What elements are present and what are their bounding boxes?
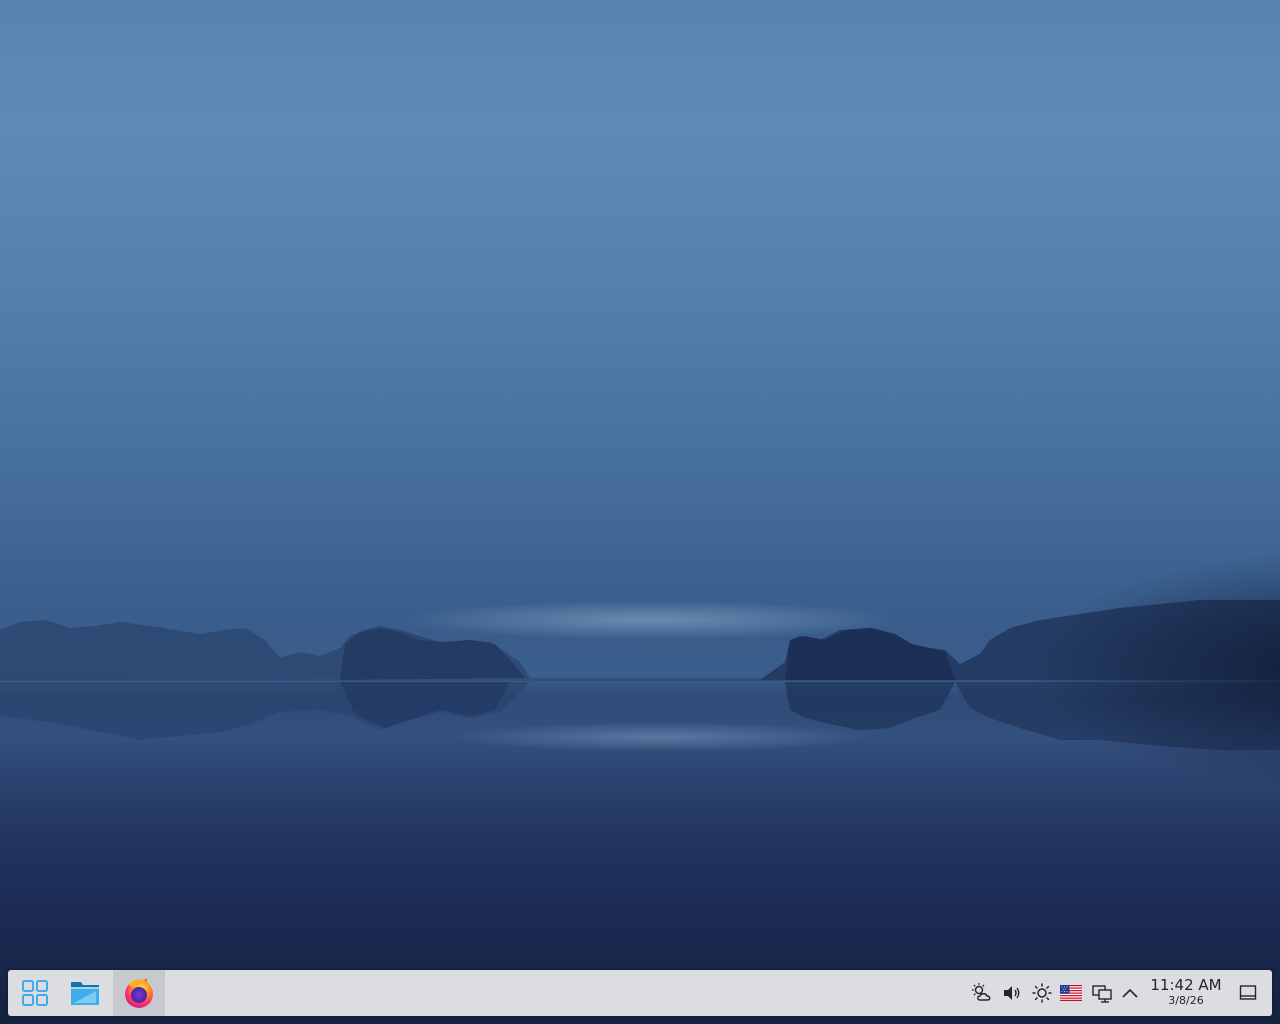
wallpaper-shadow — [1000, 540, 1280, 800]
file-manager-button[interactable] — [60, 970, 110, 1016]
keyboard-layout-tray-button[interactable] — [1059, 981, 1083, 1005]
network-tray-button[interactable] — [1090, 981, 1114, 1005]
taskbar-panel: 11:42 AM 3/8/26 — [8, 970, 1272, 1016]
chevron-up-icon — [1122, 988, 1138, 998]
brightness-icon — [1032, 983, 1052, 1003]
firefox-icon — [125, 978, 153, 1008]
application-launcher-button[interactable] — [10, 970, 60, 1016]
show-desktop-button[interactable] — [1236, 981, 1260, 1005]
firefox-button[interactable] — [113, 970, 165, 1016]
volume-tray-button[interactable] — [1000, 981, 1024, 1005]
weather-tray-button[interactable] — [970, 981, 994, 1005]
desktop-wallpaper — [0, 0, 1280, 1024]
weather-icon — [972, 983, 991, 1001]
network-icon — [1092, 985, 1112, 1003]
show-hidden-icons-button[interactable] — [1118, 981, 1142, 1005]
brightness-tray-button[interactable] — [1030, 981, 1054, 1005]
digital-clock[interactable]: 11:42 AM 3/8/26 — [1146, 976, 1226, 1008]
app-grid-icon — [22, 980, 48, 1006]
show-desktop-icon — [1239, 985, 1257, 1000]
volume-icon — [1004, 986, 1020, 1000]
clock-time: 11:42 AM — [1150, 976, 1222, 994]
folder-icon — [71, 982, 99, 1005]
clock-date: 3/8/26 — [1168, 994, 1204, 1007]
us-flag-icon — [1060, 985, 1082, 1001]
